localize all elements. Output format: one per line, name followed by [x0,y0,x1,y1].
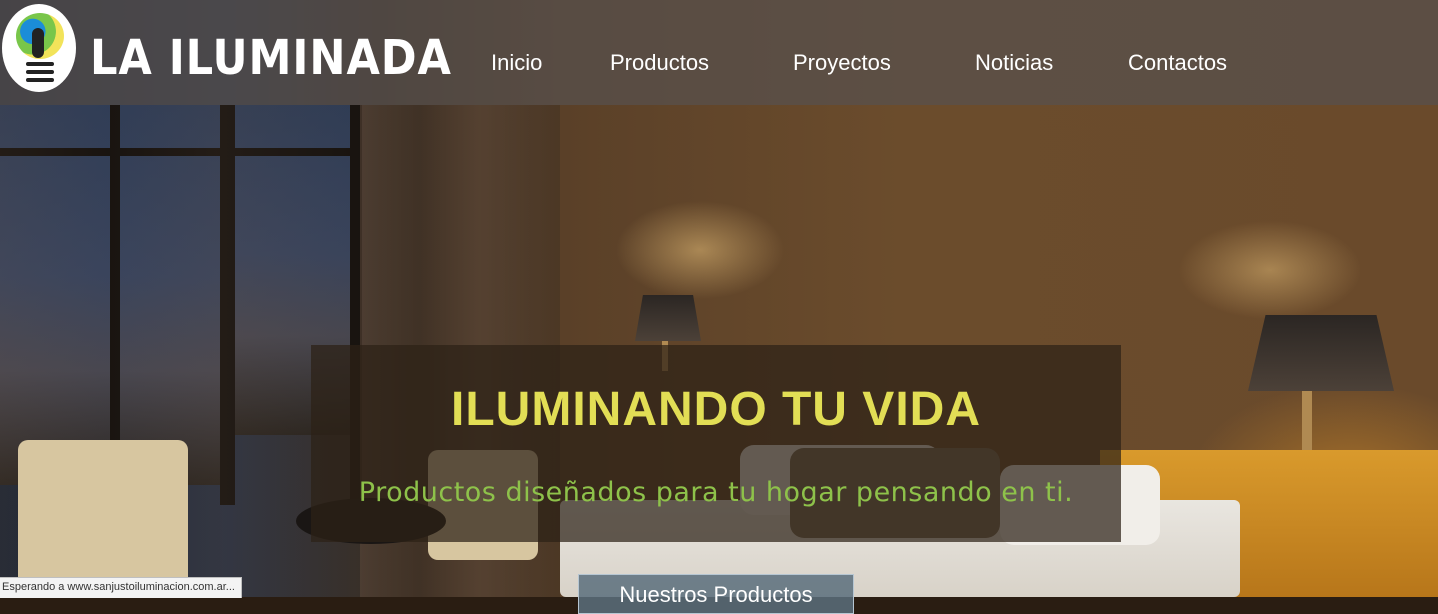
bulb-base [26,70,54,74]
bulb-base [26,78,54,82]
hero-caption: ILUMINANDO TU VIDA Productos diseñados p… [311,345,1121,542]
brand-name[interactable]: LA ILUMINADA [90,28,452,88]
nav-item-noticias[interactable]: Noticias [975,45,1053,81]
lamp-shade [1248,315,1394,391]
nav-item-productos[interactable]: Productos [610,45,709,81]
bulb-filament [32,28,44,58]
lamp-shade [635,295,701,341]
site-header: LA ILUMINADA Inicio Productos Proyectos … [0,0,1438,105]
products-button[interactable]: Nuestros Productos [578,574,854,614]
lightbulb-icon[interactable] [2,4,76,92]
hero-title: ILUMINANDO TU VIDA [451,383,981,436]
bulb-base [26,62,54,66]
nav-item-proyectos[interactable]: Proyectos [793,45,891,81]
lamp-arm [1302,391,1312,453]
nav-item-contactos[interactable]: Contactos [1128,45,1227,81]
hero-subtitle: Productos diseñados para tu hogar pensan… [358,477,1074,508]
armchair [18,440,188,597]
nav-item-inicio[interactable]: Inicio [491,45,542,81]
browser-status-bar: Esperando a www.sanjustoiluminacion.com.… [0,577,242,598]
